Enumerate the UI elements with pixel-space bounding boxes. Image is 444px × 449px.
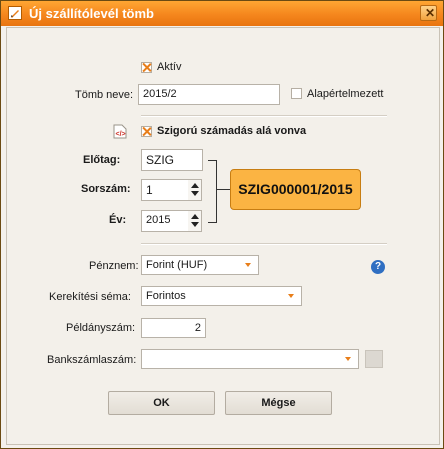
year-input[interactable]: 2015 [141, 210, 189, 232]
code-icon: </> [113, 124, 127, 139]
default-label: Alapértelmezett [307, 88, 384, 100]
close-icon: ✕ [425, 6, 436, 20]
spin-up-icon[interactable] [191, 214, 199, 219]
bracket-line [208, 160, 217, 223]
strict-label: Szigorú számadás alá vonva [157, 125, 307, 137]
chevron-down-icon[interactable] [283, 287, 300, 305]
serial-spinner[interactable] [188, 179, 202, 201]
copies-input[interactable]: 2 [141, 318, 206, 338]
close-button[interactable]: ✕ [420, 5, 437, 21]
app-icon [8, 6, 22, 20]
currency-select[interactable]: Forint (HUF) [141, 255, 259, 275]
serial-label: Sorszám: [81, 183, 131, 195]
bank-select[interactable] [141, 349, 359, 369]
dialog-window: Új szállítólevél tömb ✕ Aktív Tömb neve:… [0, 0, 444, 449]
separator [141, 243, 387, 245]
cancel-button[interactable]: Mégse [225, 391, 332, 415]
title-bar[interactable]: Új szállítólevél tömb ✕ [1, 1, 443, 26]
dialog-body: Aktív Tömb neve: 2015/2 Alapértelmezett … [6, 27, 440, 445]
currency-value: Forint (HUF) [146, 259, 208, 271]
rounding-label: Kerekítési séma: [49, 291, 131, 303]
spin-up-icon[interactable] [191, 183, 199, 188]
separator [141, 115, 387, 117]
active-checkbox[interactable] [141, 62, 152, 73]
active-label: Aktív [157, 61, 182, 73]
serial-input[interactable]: 1 [141, 179, 189, 201]
strict-checkbox[interactable] [141, 126, 152, 137]
window-title: Új szállítólevél tömb [29, 6, 154, 21]
rounding-value: Forintos [146, 290, 186, 302]
default-checkbox[interactable] [291, 88, 302, 99]
year-spinner[interactable] [188, 210, 202, 232]
copies-label: Példányszám: [66, 322, 136, 334]
number-preview: SZIG000001/2015 [230, 169, 361, 210]
spin-down-icon[interactable] [191, 191, 199, 196]
spin-down-icon[interactable] [191, 222, 199, 227]
help-icon[interactable]: ? [371, 260, 385, 274]
bracket-connector [216, 189, 230, 190]
ok-button[interactable]: OK [108, 391, 215, 415]
tomb-neve-label: Tömb neve: [75, 89, 134, 101]
currency-label: Pénznem: [89, 260, 139, 272]
svg-text:</>: </> [116, 131, 126, 138]
year-label: Év: [109, 214, 127, 226]
prefix-input[interactable]: SZIG [141, 149, 203, 171]
prefix-label: Előtag: [83, 154, 121, 166]
bank-add-button[interactable] [365, 350, 383, 368]
rounding-select[interactable]: Forintos [141, 286, 302, 306]
chevron-down-icon[interactable] [340, 350, 357, 368]
chevron-down-icon[interactable] [240, 256, 257, 274]
tomb-neve-input[interactable]: 2015/2 [138, 84, 280, 105]
bank-label: Bankszámlaszám: [47, 354, 137, 366]
